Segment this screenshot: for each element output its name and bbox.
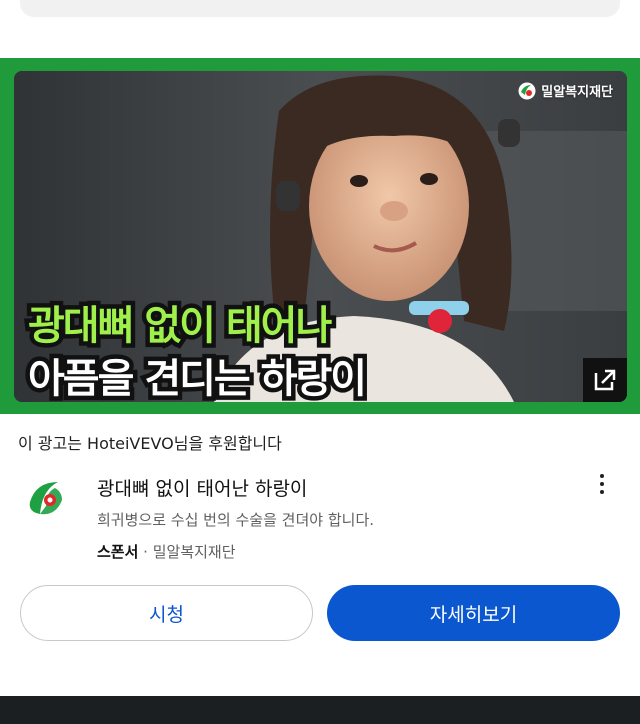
sponsor-label: 스폰서 (97, 543, 139, 561)
watch-button[interactable]: 시청 (20, 585, 313, 641)
ad-title[interactable]: 광대뼈 없이 태어난 하랑이 (97, 474, 307, 501)
thumbnail-headline-1: 광대뼈 없이 태어나 (23, 299, 336, 354)
ad-thumbnail-frame[interactable]: 밀알복지재단 광대뼈 없이 태어나 아픔을 견디는 하랑이 (0, 58, 640, 414)
details-button[interactable]: 자세히보기 (327, 585, 620, 641)
external-link-icon (594, 369, 616, 391)
brand-logo-icon (518, 82, 536, 99)
next-video-thumbnail[interactable] (0, 696, 640, 724)
advertiser-avatar[interactable] (22, 476, 68, 526)
ad-thumbnail[interactable]: 밀알복지재단 광대뼈 없이 태어나 아픔을 견디는 하랑이 (14, 71, 627, 402)
external-link-button[interactable] (583, 358, 627, 402)
previous-card (20, 0, 620, 17)
thumbnail-headline-2: 아픔을 견디는 하랑이 (23, 352, 371, 403)
thumbnail-logo-text: 밀알복지재단 (541, 85, 613, 100)
more-vert-icon[interactable] (590, 470, 614, 498)
thumbnail-logo: 밀알복지재단 (518, 81, 613, 100)
sponsor-separator: · (138, 543, 153, 561)
sponsor-note: 이 광고는 HoteiVEVO님을 후원합니다 (18, 434, 282, 453)
ad-description: 희귀병으로 수십 번의 수술을 견뎌야 합니다. (97, 511, 375, 529)
brand-logo-icon (29, 482, 62, 515)
ad-sponsor-line: 스폰서 · 밀알복지재단 (97, 541, 236, 562)
advertiser-name: 밀알복지재단 (152, 543, 236, 561)
